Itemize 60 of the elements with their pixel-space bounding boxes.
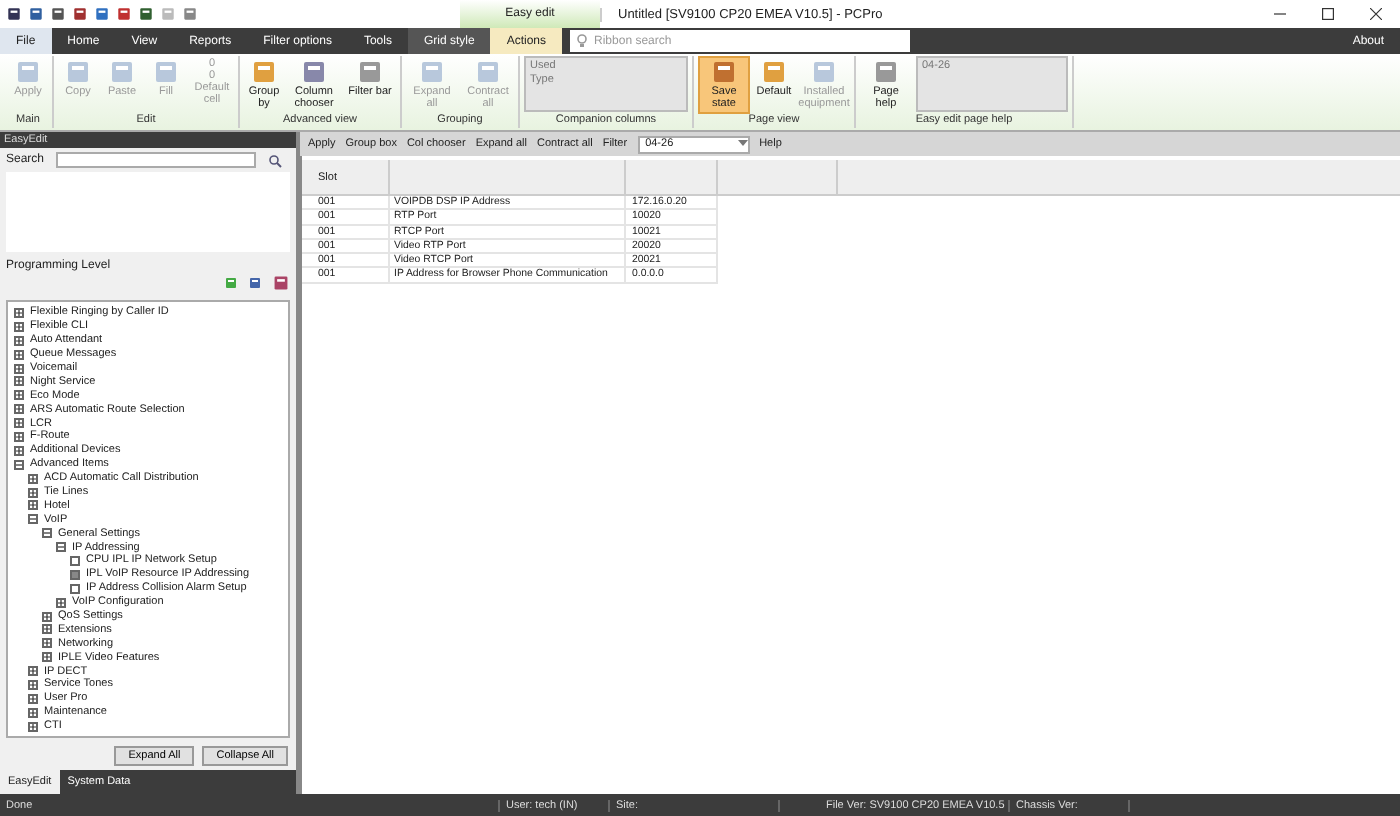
lightbulb-icon [576, 34, 589, 48]
toolbar-icon [72, 6, 88, 22]
expand-toggle[interactable] [14, 376, 24, 387]
expand-toggle[interactable] [28, 707, 38, 718]
expand-toggle[interactable] [14, 431, 24, 442]
minimize-button[interactable] [1274, 8, 1286, 20]
ribbon-icon [64, 58, 92, 86]
expand-toggle[interactable] [42, 652, 52, 663]
ribbon-icon [152, 58, 180, 86]
ribbon-icon [14, 58, 42, 86]
ribbon-icon [418, 58, 446, 86]
ribbon-icon [760, 58, 788, 86]
ribbon-icon [300, 58, 328, 86]
level-icon [248, 276, 262, 290]
dropdown-arrow-icon [737, 140, 748, 148]
collapse-toggle[interactable] [42, 528, 52, 539]
close-button[interactable] [1370, 8, 1382, 20]
expand-toggle[interactable] [14, 418, 24, 429]
expand-toggle[interactable] [42, 624, 52, 635]
level-icon [272, 274, 290, 292]
ribbon-icon [356, 58, 384, 86]
expand-toggle[interactable] [28, 679, 38, 690]
expand-toggle[interactable] [28, 693, 38, 704]
toolbar-icon [116, 6, 132, 22]
expand-toggle[interactable] [28, 666, 38, 677]
expand-toggle[interactable] [14, 335, 24, 346]
expand-toggle[interactable] [14, 390, 24, 401]
search-field[interactable] [56, 152, 257, 168]
expand-toggle[interactable] [14, 349, 24, 360]
toolbar-icon [182, 6, 198, 22]
expand-toggle[interactable] [42, 611, 52, 622]
expand-toggle[interactable] [56, 597, 66, 608]
search-icon[interactable] [268, 153, 283, 167]
collapse-toggle[interactable] [14, 459, 24, 470]
expand-toggle[interactable] [28, 721, 38, 732]
ribbon-icon [810, 58, 838, 86]
expand-toggle[interactable] [28, 487, 38, 498]
expand-toggle[interactable] [42, 638, 52, 649]
expand-toggle[interactable] [28, 500, 38, 511]
expand-toggle[interactable] [14, 307, 24, 318]
toolbar-icon [28, 6, 44, 22]
collapse-toggle[interactable] [56, 542, 66, 553]
expand-toggle[interactable] [28, 473, 38, 484]
expand-toggle[interactable] [14, 321, 24, 332]
expand-toggle[interactable] [14, 445, 24, 456]
ribbon-icon [250, 58, 278, 86]
ribbon-icon [474, 58, 502, 86]
level-icon [224, 276, 238, 290]
ribbon-icon [710, 58, 738, 86]
collapse-toggle[interactable] [28, 514, 38, 525]
maximize-button[interactable] [1322, 8, 1334, 20]
expand-toggle[interactable] [14, 363, 24, 373]
expand-toggle[interactable] [14, 404, 24, 415]
toolbar-icon [50, 6, 66, 22]
toolbar-icon [160, 6, 176, 22]
ribbon-icon [108, 58, 136, 86]
toolbar-icon [138, 6, 154, 22]
toolbar-icon [6, 6, 22, 22]
ribbon-icon [872, 58, 900, 86]
toolbar-icon [94, 6, 110, 22]
